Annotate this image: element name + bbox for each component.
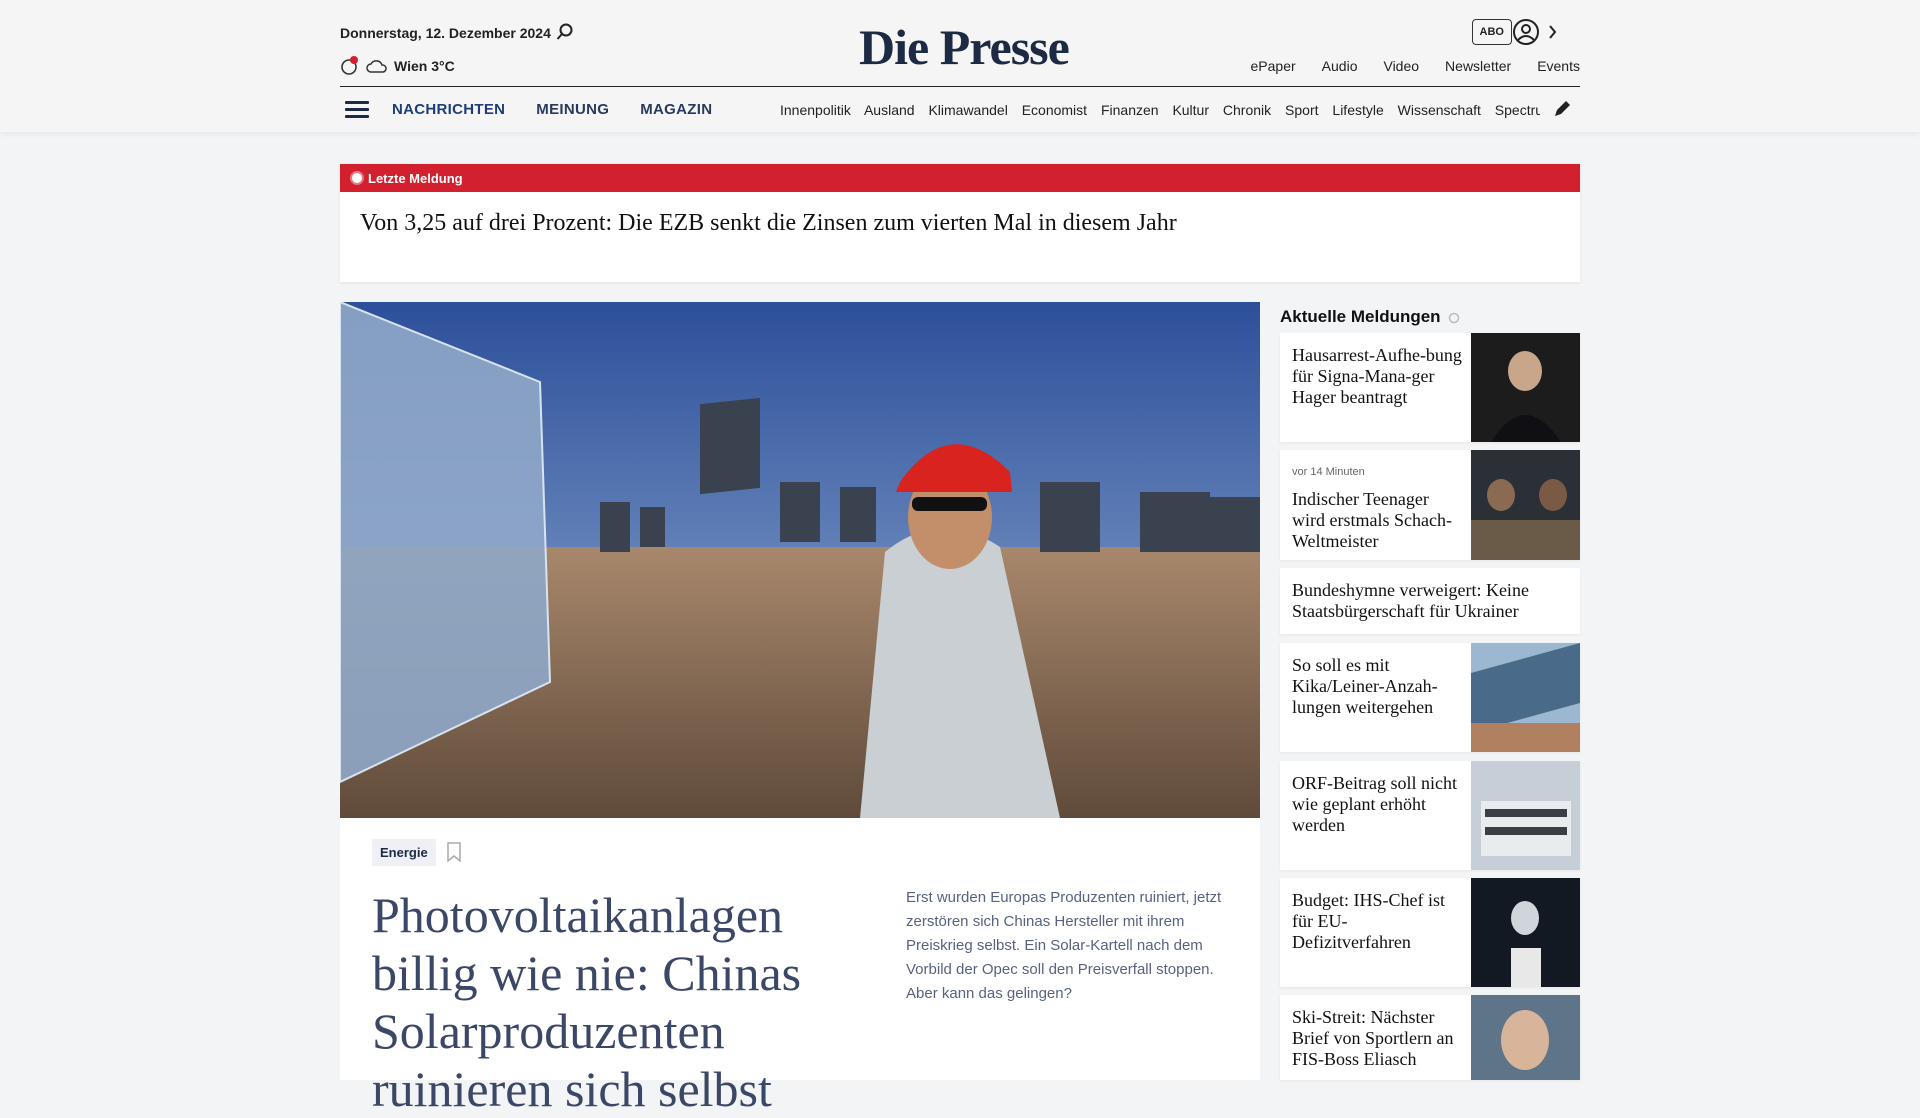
site-header: Donnerstag, 12. Dezember 2024 Wien 3°C D… <box>0 0 1920 132</box>
news-card[interactable]: Bundeshymne verweigert: Keine Staatsbürg… <box>1280 568 1580 634</box>
nav-innenpolitik[interactable]: Innenpolitik <box>780 102 851 118</box>
search-icon[interactable] <box>555 22 575 42</box>
breaking-label-bar: Letzte Meldung <box>340 164 1580 192</box>
link-epaper[interactable]: ePaper <box>1251 58 1296 74</box>
cloud-icon <box>366 60 387 73</box>
news-card[interactable]: Hausarrest-Aufhe-bung für Signa-Mana-ger… <box>1280 333 1580 442</box>
sidebar-heading: Aktuelle Meldungen <box>1280 302 1580 332</box>
news-text: Indischer Teenager wird erstmals Schach-… <box>1292 489 1452 551</box>
pencil-icon[interactable] <box>1552 99 1572 119</box>
nav-meinung[interactable]: MEINUNG <box>536 101 609 118</box>
breaking-label: Letzte Meldung <box>368 170 463 186</box>
nav-kultur[interactable]: Kultur <box>1172 102 1209 118</box>
news-thumbnail <box>1471 643 1580 752</box>
abo-button[interactable]: ABO <box>1471 19 1512 45</box>
section-nav: Innenpolitik Ausland Klimawandel Economi… <box>780 102 1540 118</box>
news-text: ORF-Beitrag soll nicht wie geplant erhöh… <box>1292 773 1457 835</box>
hero-article[interactable]: Energie Photovoltaikanlagen billig wie n… <box>340 302 1260 1117</box>
user-menu[interactable] <box>1512 18 1560 51</box>
news-thumbnail <box>1471 333 1580 442</box>
top-links: ePaper Audio Video Newsletter Events <box>1251 58 1580 74</box>
solar-worker-photo <box>340 302 1260 818</box>
refresh-icon <box>1448 312 1459 324</box>
nav-nachrichten[interactable]: NACHRICHTEN <box>392 101 505 118</box>
weather-widget[interactable]: Wien 3°C <box>340 56 455 76</box>
news-headline: So soll es mit Kika/Leiner-Anzah-lungen … <box>1292 655 1462 718</box>
moon-icon <box>341 56 358 75</box>
current-date: Donnerstag, 12. Dezember 2024 <box>340 25 551 41</box>
news-thumbnail <box>1471 761 1580 870</box>
news-text: Hausarrest-Aufhe-bung für Signa-Mana-ger… <box>1292 345 1462 407</box>
news-headline: ORF-Beitrag soll nicht wie geplant erhöh… <box>1292 773 1462 836</box>
nav-sport[interactable]: Sport <box>1285 102 1318 118</box>
weather-text: Wien 3°C <box>394 58 455 74</box>
latest-news-sidebar: Aktuelle Meldungen Hausarrest-Aufhe-bung… <box>1280 302 1580 1080</box>
nav-economist[interactable]: Economist <box>1022 102 1087 118</box>
hero-headline[interactable]: Photovoltaikanlagen billig wie nie: Chin… <box>372 886 852 1118</box>
nav-finanzen[interactable]: Finanzen <box>1101 102 1159 118</box>
header-inner: Donnerstag, 12. Dezember 2024 Wien 3°C D… <box>340 0 1580 132</box>
category-tag[interactable]: Energie <box>372 839 436 866</box>
hero-image[interactable] <box>340 302 1260 818</box>
nav-lifestyle[interactable]: Lifestyle <box>1332 102 1383 118</box>
main-navigation: NACHRICHTEN MEINUNG MAGAZIN Innenpolitik… <box>340 87 1580 132</box>
hero-lead: Erst wurden Europas Produzenten ruiniert… <box>906 889 1222 1002</box>
news-timestamp: vor 14 Minuten <box>1292 466 1365 478</box>
primary-nav: NACHRICHTEN MEINUNG MAGAZIN <box>392 101 712 118</box>
link-audio[interactable]: Audio <box>1322 58 1358 74</box>
news-headline: Budget: IHS-Chef ist für EU-Defizitverfa… <box>1292 890 1462 953</box>
news-card[interactable]: vor 14 Minuten Indischer Teenager wird e… <box>1280 450 1580 560</box>
nav-spectrum[interactable]: Spectrum <box>1495 102 1540 118</box>
news-thumbnail <box>1471 450 1580 560</box>
news-text: Ski-Streit: Nächster Brief von Sportlern… <box>1292 1007 1454 1069</box>
nav-klimawandel[interactable]: Klimawandel <box>928 102 1007 118</box>
nav-chronik[interactable]: Chronik <box>1223 102 1271 118</box>
news-text: Budget: IHS-Chef ist für EU-Defizitverfa… <box>1292 890 1445 952</box>
nav-ausland[interactable]: Ausland <box>864 102 915 118</box>
news-card[interactable]: So soll es mit Kika/Leiner-Anzah-lungen … <box>1280 643 1580 752</box>
breaking-headline[interactable]: Von 3,25 auf drei Prozent: Die EZB senkt… <box>340 192 1580 237</box>
news-headline: Hausarrest-Aufhe-bung für Signa-Mana-ger… <box>1292 345 1462 408</box>
nav-magazin[interactable]: MAGAZIN <box>640 101 712 118</box>
news-card[interactable]: Budget: IHS-Chef ist für EU-Defizitverfa… <box>1280 878 1580 987</box>
breaking-news[interactable]: Letzte Meldung Von 3,25 auf drei Prozent… <box>340 164 1580 282</box>
nav-wissenschaft[interactable]: Wissenschaft <box>1398 102 1481 118</box>
live-dot-icon <box>352 173 362 183</box>
link-video[interactable]: Video <box>1383 58 1419 74</box>
news-headline: vor 14 Minuten Indischer Teenager wird e… <box>1292 462 1462 552</box>
link-newsletter[interactable]: Newsletter <box>1445 58 1511 74</box>
link-events[interactable]: Events <box>1537 58 1580 74</box>
news-thumbnail <box>1471 995 1580 1080</box>
sidebar-title: Aktuelle Meldungen <box>1280 307 1441 326</box>
news-text: Bundeshymne verweigert: Keine Staatsbürg… <box>1292 580 1529 621</box>
news-text: So soll es mit Kika/Leiner-Anzah-lungen … <box>1292 655 1438 717</box>
user-icon <box>1513 19 1557 45</box>
news-headline: Bundeshymne verweigert: Keine Staatsbürg… <box>1292 580 1568 622</box>
news-card[interactable]: Ski-Streit: Nächster Brief von Sportlern… <box>1280 995 1580 1080</box>
news-headline: Ski-Streit: Nächster Brief von Sportlern… <box>1292 1007 1462 1070</box>
news-thumbnail <box>1471 878 1580 987</box>
site-logo[interactable]: Die Presse <box>859 18 1070 76</box>
news-card[interactable]: ORF-Beitrag soll nicht wie geplant erhöh… <box>1280 761 1580 870</box>
bookmark-icon[interactable] <box>446 842 462 862</box>
menu-icon[interactable] <box>345 101 369 119</box>
